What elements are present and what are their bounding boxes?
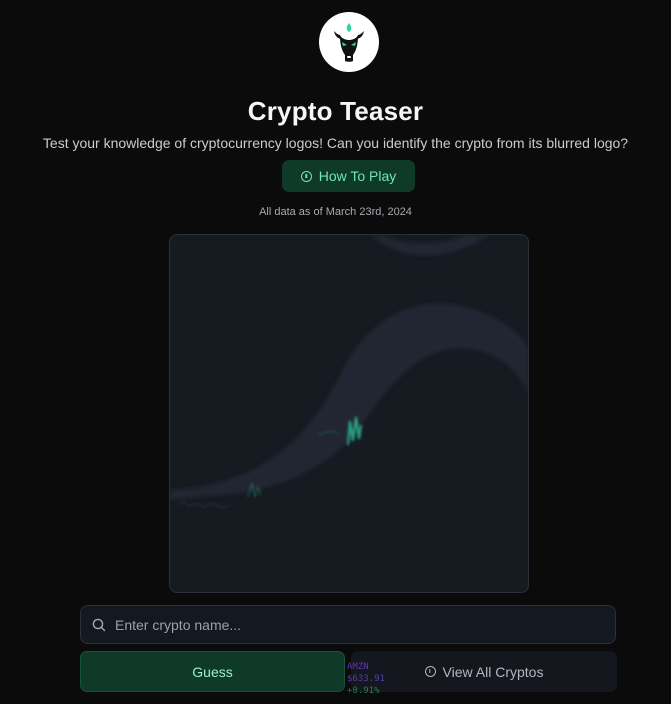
crypto-search-field[interactable]: [80, 605, 616, 644]
crypto-teaser-page: Crypto Teaser Test your knowledge of cry…: [0, 0, 671, 704]
blurred-crypto-logo: [170, 235, 528, 509]
view-all-cryptos-label: View All Cryptos: [442, 663, 544, 680]
blurred-logo-card: [169, 234, 529, 593]
crypto-name-input[interactable]: [113, 615, 605, 634]
search-icon: [92, 618, 106, 631]
page-title: Crypto Teaser: [247, 96, 424, 126]
data-date-text: All data as of March 23rd, 2024: [259, 206, 412, 218]
ticker-price: $633.91: [347, 674, 385, 684]
app-logo: [319, 12, 379, 72]
info-icon: [300, 170, 312, 182]
how-to-play-button[interactable]: How To Play: [282, 160, 415, 192]
ticker-symbol: AMZN: [347, 662, 369, 672]
ticker-overlay: AMZN $633.91 +0.91%: [347, 661, 385, 697]
guess-button-label: Guess: [192, 663, 233, 680]
guess-button[interactable]: Guess: [80, 651, 345, 692]
page-subtitle: Test your knowledge of cryptocurrency lo…: [42, 135, 629, 151]
how-to-play-label: How To Play: [318, 168, 397, 184]
info-icon: [424, 666, 436, 677]
ticker-change: +0.91%: [347, 686, 380, 696]
view-all-cryptos-button[interactable]: View All Cryptos: [351, 651, 617, 692]
bull-head-icon: [334, 23, 364, 62]
